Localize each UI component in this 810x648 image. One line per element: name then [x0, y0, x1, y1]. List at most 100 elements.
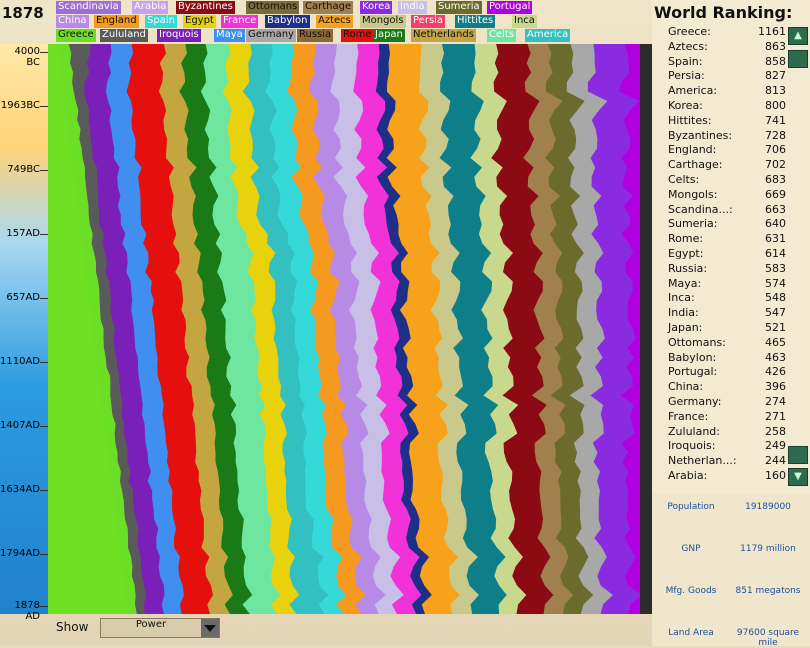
ranking-civ-name: Hittites: [668, 113, 712, 127]
ranking-row[interactable]: Greece: 1161 [668, 25, 786, 40]
legend-tag-hittites[interactable]: Hittites [455, 15, 496, 28]
legend-tag-byzantines[interactable]: Byzantines [176, 1, 235, 14]
ranking-civ-name: Babylon: [668, 350, 717, 364]
ranking-row[interactable]: Ottomans: 465 [668, 336, 786, 351]
legend-tag-korea[interactable]: Korea [360, 1, 393, 14]
ranking-row[interactable]: America: 813 [668, 84, 786, 99]
ranking-row[interactable]: Netherlan...: 244 [668, 454, 786, 469]
ranking-row[interactable]: Germany: 274 [668, 395, 786, 410]
legend-tag-greece[interactable]: Greece [56, 29, 96, 42]
timeline-tick-label: 1407AD [0, 420, 40, 431]
legend-tag-inca[interactable]: Inca [512, 15, 537, 28]
ranking-row[interactable]: Babylon: 463 [668, 351, 786, 366]
legend-tag-japan[interactable]: Japan [373, 29, 405, 42]
ranking-row[interactable]: China: 396 [668, 380, 786, 395]
legend-tag-aztecs[interactable]: Aztecs [316, 15, 353, 28]
legend-tag-germany[interactable]: Germany [246, 29, 296, 42]
legend-tag-egypt[interactable]: Egypt [183, 15, 216, 28]
ranking-row[interactable]: Korea: 800 [668, 99, 786, 114]
legend-tag-india[interactable]: India [398, 1, 427, 14]
timeline-tick-mark [40, 298, 48, 299]
ranking-civ-score: 1161 [758, 25, 786, 38]
legend-tag-rome[interactable]: Rome [341, 29, 374, 42]
ranking-civ-score: 258 [765, 424, 786, 438]
ranking-civ-score: 426 [765, 365, 786, 379]
stat-value: 19189000 [745, 502, 791, 512]
triangle-down-icon[interactable]: ▼ [788, 468, 808, 486]
ranking-row[interactable]: Rome: 631 [668, 232, 786, 247]
legend-tag-sumeria[interactable]: Sumeria [436, 1, 482, 14]
legend-tag-america[interactable]: America [525, 29, 571, 42]
ranking-civ-score: 465 [765, 335, 786, 349]
ranking-row[interactable]: Maya: 574 [668, 277, 786, 292]
legend-tag-russia[interactable]: Russia [297, 29, 334, 42]
bottom-bar: Show Power [48, 614, 652, 646]
ranking-row[interactable]: Byzantines: 728 [668, 129, 786, 144]
legend-tag-spain[interactable]: Spain [145, 15, 177, 28]
ranking-row[interactable]: Carthage: 702 [668, 158, 786, 173]
ranking-row[interactable]: Iroquois: 249 [668, 439, 786, 454]
ranking-civ-score: 858 [765, 54, 786, 68]
chevron-down-icon[interactable] [201, 619, 219, 637]
ranking-row[interactable]: France: 271 [668, 410, 786, 425]
ranking-civ-score: 614 [765, 247, 786, 260]
ranking-row[interactable]: Scandina...: 663 [668, 203, 786, 218]
ranking-civ-score: 706 [765, 143, 786, 157]
legend-tag-zululand[interactable]: Zululand [100, 29, 148, 42]
ranking-civ-name: China: [668, 380, 704, 394]
ranking-row[interactable]: Inca: 548 [668, 291, 786, 306]
ranking-row[interactable]: Aztecs: 863 [668, 40, 786, 55]
ranking-civ-score: 521 [765, 321, 786, 334]
ranking-row[interactable]: Mongols: 669 [668, 188, 786, 203]
legend-tag-ottomans[interactable]: Ottomans [246, 1, 300, 14]
legend-tag-portugal[interactable]: Portugal [487, 1, 533, 14]
legend-tag-arabia[interactable]: Arabia [132, 1, 169, 14]
ranking-row[interactable]: India: 547 [668, 306, 786, 321]
ranking-civ-score: 640 [765, 217, 786, 231]
timeline-tick-mark [40, 234, 48, 235]
ranking-row[interactable]: Hittites: 741 [668, 114, 786, 129]
ranking-civ-name: Iroquois: [668, 439, 716, 453]
ranking-civ-score: 547 [765, 306, 786, 320]
legend-tag-celts[interactable]: Celts [487, 29, 517, 42]
scrollbar-lower-thumb[interactable] [788, 446, 808, 464]
show-dropdown-value: Power [135, 619, 167, 630]
legend-tag-china[interactable]: China [56, 15, 89, 28]
legend-tag-scandinavia[interactable]: Scandinavia [56, 1, 121, 14]
ranking-row[interactable]: Celts: 683 [668, 173, 786, 188]
ranking-civ-name: Celts: [668, 173, 700, 186]
civilization-legend: Scandinavia Arabia Byzantines Ottomans Carth… [56, 0, 646, 44]
legend-tag-mongols[interactable]: Mongols [360, 15, 406, 28]
legend-tag-netherlands[interactable]: Netherlands [411, 29, 476, 42]
ranking-civ-score: 583 [765, 261, 786, 275]
legend-tag-persia[interactable]: Persia [411, 15, 446, 28]
ranking-row[interactable]: Portugal: 426 [668, 365, 786, 380]
ranking-row[interactable]: Russia: 583 [668, 262, 786, 277]
ranking-row[interactable]: Spain: 858 [668, 55, 786, 70]
legend-tag-iroquois[interactable]: Iroquois [157, 29, 201, 42]
ranking-civ-name: Portugal: [668, 365, 718, 379]
ranking-civ-name: Inca: [668, 291, 695, 305]
ranking-civ-name: Korea: [668, 99, 703, 112]
ranking-row[interactable]: Sumeria: 640 [668, 217, 786, 232]
legend-tag-france[interactable]: France [221, 15, 259, 28]
triangle-up-icon[interactable]: ▲ [788, 27, 808, 45]
ranking-civ-score: 813 [765, 84, 786, 98]
ranking-row[interactable]: Zululand: 258 [668, 425, 786, 440]
ranking-row[interactable]: Persia: 827 [668, 69, 786, 84]
timeline-tick-label: 4000 BC [14, 46, 40, 68]
legend-tag-carthage[interactable]: Carthage [303, 1, 354, 14]
legend-tag-babylon[interactable]: Babylon [265, 15, 310, 28]
ranking-row[interactable]: Arabia: 160 [668, 469, 786, 484]
ranking-row[interactable]: England: 706 [668, 143, 786, 158]
show-dropdown[interactable]: Power [100, 618, 220, 638]
legend-tag-maya[interactable]: Maya [214, 29, 245, 42]
ranking-row[interactable]: Egypt: 614 [668, 247, 786, 262]
ranking-civ-score: 728 [765, 128, 786, 142]
legend-tag-england[interactable]: England [94, 15, 139, 28]
scrollbar-thumb[interactable] [788, 50, 808, 68]
timeline-tick-mark [40, 606, 48, 607]
ranking-row[interactable]: Japan: 521 [668, 321, 786, 336]
ranking-civ-score: 863 [765, 39, 786, 53]
current-year: 1878 [2, 4, 44, 22]
